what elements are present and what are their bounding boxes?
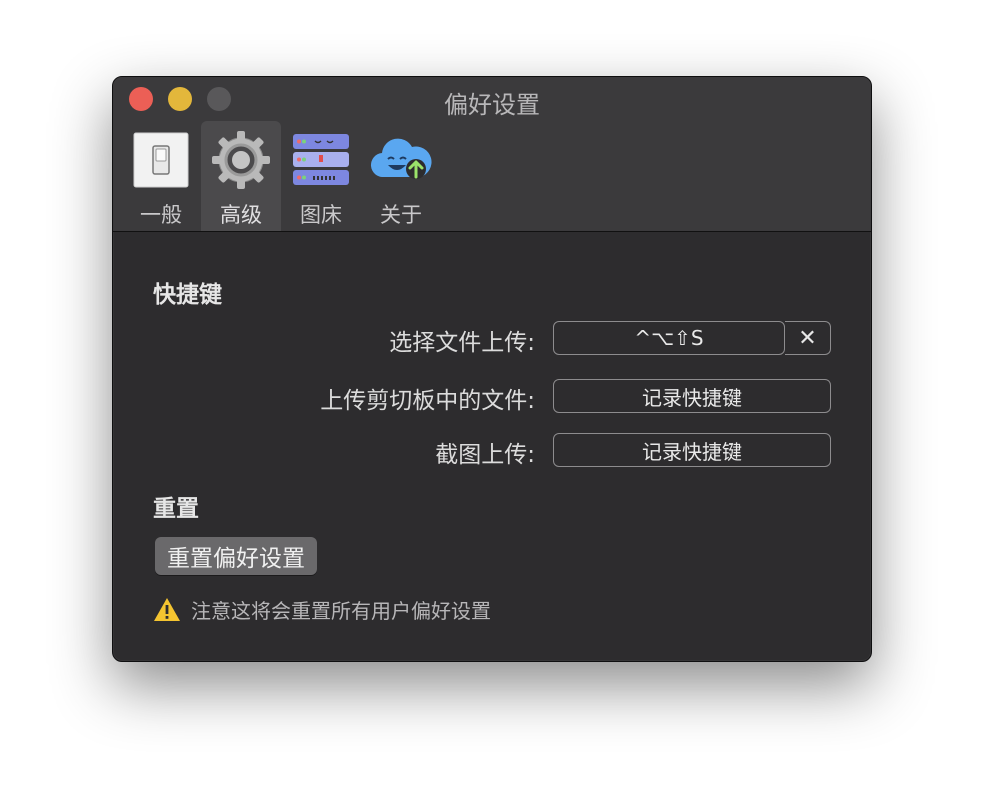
titlebar: 偏好设置 一般 高级 图床 关于 [113, 77, 871, 232]
cloud-upload-icon [370, 129, 432, 191]
window-title: 偏好设置 [444, 91, 540, 119]
tab-about-label: 关于 [380, 203, 422, 227]
shortcut-recorder-select-file[interactable]: ^⌥⇧S [553, 321, 785, 355]
shortcut-label-select-file: 选择文件上传: [389, 330, 535, 356]
reset-heading: 重置 [153, 496, 199, 522]
switch-icon [130, 129, 192, 191]
reset-warning-text: 注意这将会重置所有用户偏好设置 [191, 599, 491, 623]
tab-image-host[interactable]: 图床 [281, 121, 361, 231]
warning-icon [154, 598, 180, 621]
shortcut-recorder-clipboard[interactable]: 记录快捷键 [553, 379, 831, 413]
shortcut-recorder-screenshot[interactable]: 记录快捷键 [553, 433, 831, 467]
shortcuts-heading: 快捷键 [153, 282, 222, 308]
shortcut-label-screenshot: 截图上传: [435, 442, 535, 468]
tab-about[interactable]: 关于 [361, 121, 441, 231]
gear-icon [210, 129, 272, 191]
shortcut-label-clipboard: 上传剪切板中的文件: [320, 388, 535, 414]
tab-advanced[interactable]: 高级 [201, 121, 281, 231]
reset-warning: 注意这将会重置所有用户偏好设置 [153, 595, 491, 624]
clear-shortcut-button[interactable]: ✕ [785, 321, 831, 355]
tab-general-label: 一般 [140, 203, 182, 227]
server-icon [290, 129, 352, 191]
preferences-window: 偏好设置 一般 高级 图床 关于 快捷键 选择文件上传: ^⌥⇧S ✕ 上传剪切… [112, 76, 872, 662]
tab-image-host-label: 图床 [300, 203, 342, 227]
preferences-toolbar: 一般 高级 图床 关于 [121, 121, 441, 231]
reset-preferences-button[interactable]: 重置偏好设置 [155, 537, 317, 575]
tab-general[interactable]: 一般 [121, 121, 201, 231]
tab-advanced-label: 高级 [220, 203, 262, 227]
